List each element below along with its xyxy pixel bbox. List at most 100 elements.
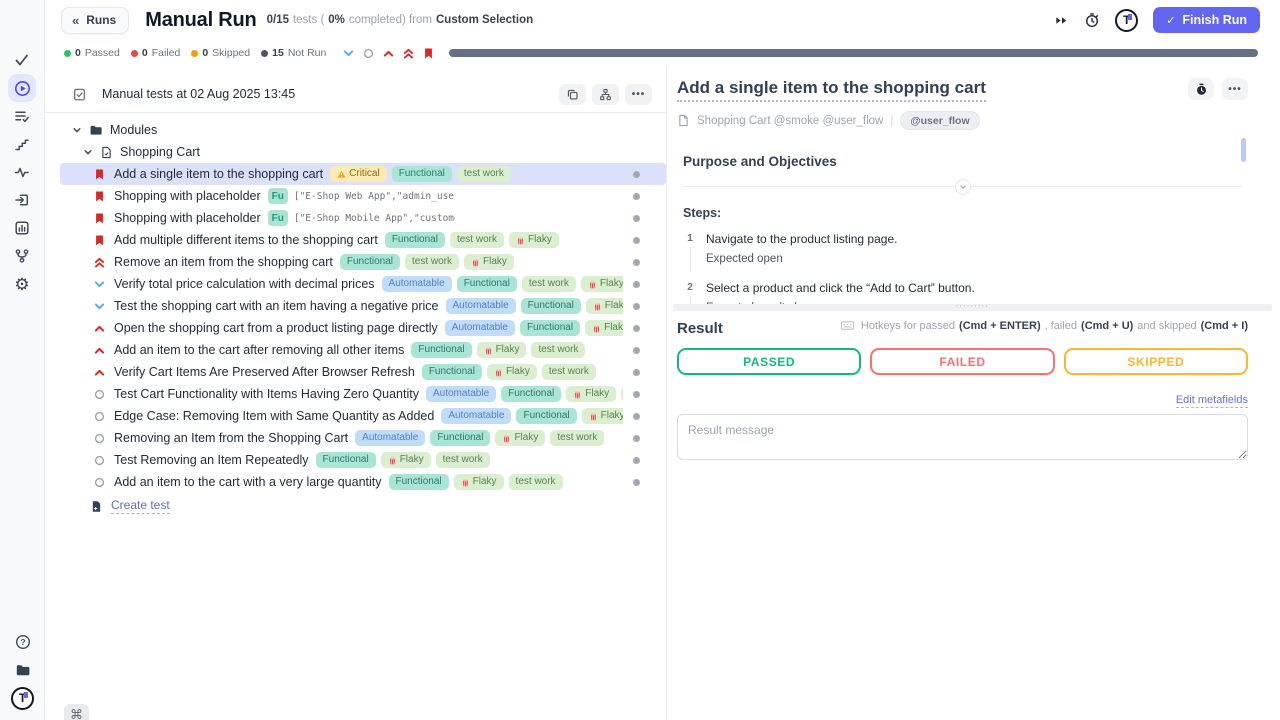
test-detail-title[interactable]: Add a single item to the shopping cart — [677, 78, 986, 102]
popcorn-icon — [589, 412, 598, 421]
tree-view-icon[interactable] — [592, 84, 619, 105]
plans-list-check-icon[interactable] — [8, 102, 36, 130]
result-failed-button[interactable]: FAILED — [870, 348, 1054, 375]
result-message-input[interactable] — [677, 414, 1248, 460]
tag-flaky: Flaky — [381, 452, 431, 468]
subtitle-segment: Custom Selection — [436, 14, 533, 26]
popcorn-icon — [484, 346, 493, 355]
logo-t-icon: T — [11, 687, 34, 710]
sidebar-nav: ⚙ — [0, 0, 44, 298]
logo-t-icon[interactable]: T — [1115, 9, 1138, 32]
test-title: Removing an Item from the Shopping Cart — [114, 431, 348, 445]
test-row[interactable]: Add an item to the cart with a very larg… — [60, 471, 666, 493]
collapse-divider[interactable] — [683, 186, 1242, 187]
test-row[interactable]: Verify total price calculation with deci… — [60, 273, 666, 295]
test-row[interactable]: Shopping with placeholderFu["E-Shop Web … — [60, 185, 666, 207]
chevron-down-icon — [93, 300, 106, 313]
tag-flaky: Flaky — [495, 430, 545, 446]
settings-gear-icon[interactable]: ⚙ — [8, 270, 36, 298]
test-row[interactable]: Add multiple different items to the shop… — [60, 229, 666, 251]
stairs-icon[interactable] — [8, 130, 36, 158]
file-plus-icon — [90, 500, 103, 513]
tag-list: FunctionalFlakytest work — [422, 364, 623, 380]
popcorn-icon — [588, 280, 597, 289]
tag-label: test work — [538, 345, 578, 355]
status-dot-icon — [633, 391, 640, 398]
circle-icon — [93, 432, 106, 445]
status-dot-icon — [633, 259, 640, 266]
back-to-runs-button[interactable]: « Runs — [61, 7, 129, 34]
test-row[interactable]: Add an item to the cart after removing a… — [60, 339, 666, 361]
app-logo[interactable]: T — [9, 684, 37, 712]
scrollbar-thumb[interactable] — [1241, 138, 1246, 162]
tree-node-modules[interactable]: Modules — [60, 119, 666, 141]
test-row[interactable]: Test the shopping cart with an item havi… — [60, 295, 666, 317]
help-icon[interactable]: ? — [9, 628, 37, 656]
hotkeys-hint: Hotkeys for passed(Cmd + ENTER), failed(… — [840, 318, 1248, 333]
fast-forward-icon[interactable] — [1054, 13, 1069, 28]
test-title: Edge Case: Removing Item with Same Quant… — [114, 409, 434, 423]
tag-automatable: Automatable — [441, 408, 511, 424]
more-menu-icon[interactable]: ••• — [625, 84, 652, 105]
chevrons-up-icon[interactable] — [402, 47, 415, 60]
stopwatch-icon[interactable] — [1188, 78, 1214, 100]
finish-run-button[interactable]: ✓ Finish Run — [1153, 7, 1260, 33]
result-skipped-button[interactable]: SKIPPED — [1064, 348, 1248, 375]
chevrons-up-icon — [93, 256, 106, 269]
command-key-button[interactable]: ⌘ — [64, 704, 89, 720]
test-row[interactable]: Test Removing an Item RepeatedlyFunction… — [60, 449, 666, 471]
tag-label: Flaky — [483, 257, 507, 267]
chevron-up-icon[interactable] — [382, 47, 395, 60]
branch-icon[interactable] — [8, 242, 36, 270]
tag-label: Automatable — [452, 323, 508, 333]
result-passed-button[interactable]: PASSED — [677, 348, 861, 375]
more-menu-icon[interactable]: ••• — [1222, 78, 1248, 100]
test-title: Test the shopping cart with an item havi… — [114, 299, 439, 313]
bookmark-icon[interactable] — [422, 47, 435, 60]
test-row[interactable]: Remove an item from the shopping cartFun… — [60, 251, 666, 273]
legend-count: 15 — [272, 47, 284, 59]
top-header: « Runs Manual Run 0/15tests (0%completed… — [45, 0, 1280, 40]
test-row[interactable]: Test Cart Functionality with Items Havin… — [60, 383, 666, 405]
chevron-down-icon[interactable] — [342, 47, 355, 60]
runs-play-circle-icon[interactable] — [8, 74, 36, 102]
test-row[interactable]: Open the shopping cart from a product li… — [60, 317, 666, 339]
projects-folder-icon[interactable] — [9, 656, 37, 684]
activity-pulse-icon[interactable] — [8, 158, 36, 186]
subtitle-segment: tests ( — [293, 14, 324, 26]
chevron-up-icon — [93, 366, 106, 379]
panel-resize-handle[interactable]: ∙∙∙∙∙∙∙∙∙ — [673, 304, 1272, 311]
import-sign-in-icon[interactable] — [8, 186, 36, 214]
copy-icon[interactable] — [559, 84, 586, 105]
circle-icon[interactable] — [362, 47, 375, 60]
test-description[interactable]: Purpose and Objectives Steps: 1Navigate … — [677, 134, 1248, 304]
tag-list: AutomatableFunctionalFlakytest work — [445, 320, 623, 336]
tag-label: test work — [557, 433, 597, 443]
tag-automatable: Automatable — [446, 298, 516, 314]
test-row[interactable]: Removing an Item from the Shopping Cart A… — [60, 427, 666, 449]
context-tag-pill[interactable]: @user_flow — [900, 111, 979, 130]
tree-node-shopping-cart[interactable]: Shopping Cart — [60, 141, 666, 163]
tag-label: Automatable — [453, 301, 509, 311]
tag-label: Flaky — [506, 367, 530, 377]
test-row[interactable]: Edge Case: Removing Item with Same Quant… — [60, 405, 666, 427]
hotkey-segment: (Cmd + U) — [1081, 320, 1133, 332]
tag-label: Functional — [396, 477, 442, 487]
tests-check-icon[interactable] — [8, 46, 36, 74]
test-row[interactable]: Verify Cart Items Are Preserved After Br… — [60, 361, 666, 383]
test-row[interactable]: Shopping with placeholderFu["E-Shop Mobi… — [60, 207, 666, 229]
edit-metafields-link[interactable]: Edit metafields — [1176, 394, 1248, 408]
tag-label: Functional — [323, 455, 369, 465]
create-test-link[interactable]: Create test — [111, 498, 170, 514]
tag-label: Automatable — [362, 433, 418, 443]
tag-label: Functional — [429, 367, 475, 377]
tag-functional: Functional — [316, 452, 376, 468]
test-row[interactable]: Add a single item to the shopping cartCr… — [60, 163, 666, 185]
chevron-down-icon — [93, 278, 106, 291]
tag-label: Flaky — [604, 323, 623, 333]
timer-icon[interactable] — [1084, 12, 1100, 28]
subtitle-segment: completed) from — [349, 14, 432, 26]
tag-flaky: Flaky — [566, 386, 616, 402]
test-step: 1Navigate to the product listing page.Ex… — [683, 232, 1248, 272]
analytics-chart-icon[interactable] — [8, 214, 36, 242]
